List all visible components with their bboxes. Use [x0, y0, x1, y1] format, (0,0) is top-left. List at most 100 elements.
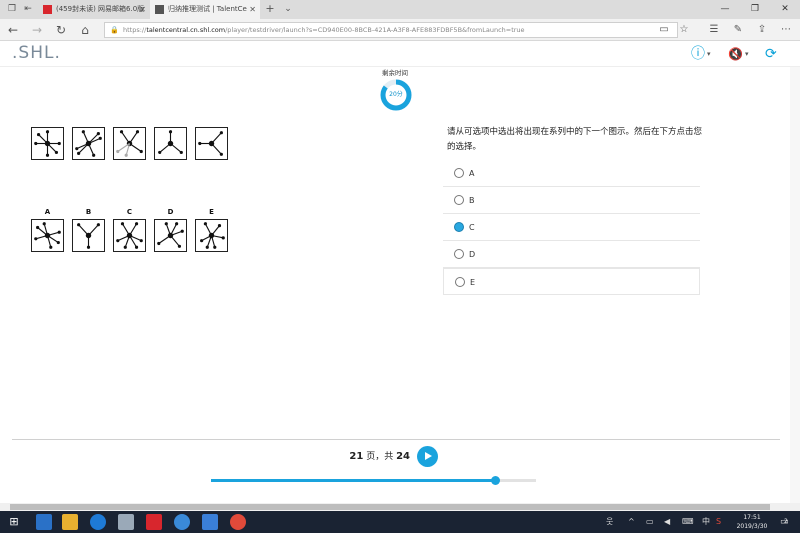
- people-icon[interactable]: 웃: [606, 511, 613, 533]
- keyboard-icon[interactable]: ⌨: [682, 511, 694, 533]
- forward-icon[interactable]: →: [29, 22, 45, 38]
- windows-taskbar: ⊞ 웃 ^ ▭ ◀ ⌨ 中 S 17:51 2019/3/30 ▭ 2: [0, 511, 800, 533]
- pen-icon[interactable]: ✎: [730, 22, 746, 38]
- answer-figure-label-b: B: [85, 208, 92, 216]
- close-icon[interactable]: ✕: [249, 0, 256, 19]
- progress-fill: [211, 479, 496, 482]
- app-header: .SHL. ⓘ ▾ 🔇 ▾ ⟳: [0, 41, 800, 67]
- more-icon[interactable]: ⋯: [778, 22, 794, 38]
- sogou-icon[interactable]: S: [716, 511, 721, 533]
- window-close-button[interactable]: ✕: [770, 0, 800, 19]
- sound-muted-icon[interactable]: 🔇: [728, 46, 743, 62]
- next-button[interactable]: [417, 446, 438, 467]
- shl-logo: .SHL.: [12, 43, 61, 63]
- favorite-star-icon[interactable]: ☆: [676, 22, 692, 38]
- radio-e[interactable]: [455, 277, 465, 287]
- page-current: 21: [349, 451, 364, 462]
- ime-indicator[interactable]: 中: [702, 511, 710, 533]
- tab-actions-icon[interactable]: ❐: [4, 1, 20, 17]
- answer-option-label: B: [469, 196, 475, 205]
- set-aside-tabs-icon[interactable]: ⇤: [20, 1, 36, 17]
- new-tab-button[interactable]: +: [262, 1, 278, 17]
- footer-divider: [12, 439, 780, 440]
- photos-icon[interactable]: [118, 514, 134, 530]
- tab-reasoning-test[interactable]: 归纳推理测试 | TalentCe ✕: [150, 0, 260, 19]
- answer-option-label: D: [469, 250, 476, 259]
- answer-option-b[interactable]: B: [443, 187, 700, 214]
- progress-knob: [491, 476, 501, 485]
- scrollbar-thumb[interactable]: [10, 504, 770, 510]
- minimize-button[interactable]: —: [710, 0, 740, 19]
- home-icon[interactable]: ⌂: [77, 22, 93, 38]
- exit-icon[interactable]: ⟳: [765, 46, 777, 62]
- reading-view-icon[interactable]: ▭: [656, 22, 672, 38]
- url-domain: talentcentral.cn.shl.com: [146, 26, 226, 34]
- timer-label: 剩余时间: [382, 69, 408, 77]
- battery-icon[interactable]: ▭: [646, 511, 654, 533]
- clock-date: 2019/3/30: [736, 523, 768, 530]
- lock-icon: 🔒: [110, 26, 119, 34]
- play-arrow-icon: [425, 452, 432, 460]
- series-figure-3: [113, 127, 146, 160]
- tab-email[interactable]: (459封未读) 网易邮箱6.0版 ✕: [38, 0, 150, 19]
- series-figure-4: [154, 127, 187, 160]
- netease-mail-icon: [43, 5, 52, 14]
- radio-c[interactable]: [454, 222, 464, 232]
- answer-figure-e: [195, 219, 228, 252]
- maximize-button[interactable]: ❐: [740, 0, 770, 19]
- help-chevron-down-icon[interactable]: ▾: [707, 46, 711, 62]
- volume-icon[interactable]: ◀: [664, 511, 670, 533]
- k-app-icon[interactable]: [90, 514, 106, 530]
- answer-figure-label-c: C: [126, 208, 133, 216]
- timer-value: 20分: [389, 91, 403, 98]
- address-bar[interactable]: 🔒 https://talentcentral.cn.shl.com/playe…: [104, 22, 678, 38]
- series-figure-5: [195, 127, 228, 160]
- question-instruction: 请从可选项中选出将出现在系列中的下一个图示。然后在下方点击您的选择。: [447, 127, 703, 152]
- radio-a[interactable]: [454, 168, 464, 178]
- page-indicator: 21 页，共 24: [320, 449, 410, 462]
- close-icon[interactable]: ✕: [139, 0, 146, 19]
- page-indicator-text: 页，共: [363, 452, 397, 462]
- answer-option-d[interactable]: D: [443, 241, 700, 268]
- chrome-icon[interactable]: [230, 514, 246, 530]
- answer-figure-c: [113, 219, 146, 252]
- tab-email-title: (459封未读) 网易邮箱6.0版: [56, 5, 145, 13]
- browser-app-icon[interactable]: [174, 514, 190, 530]
- browser-tab-bar: ❐ ⇤ (459封未读) 网易邮箱6.0版 ✕ 归纳推理测试 | TalentC…: [0, 0, 800, 19]
- edge-browser-icon[interactable]: [36, 514, 52, 530]
- refresh-icon[interactable]: ↻: [53, 22, 69, 38]
- email-app-icon[interactable]: [202, 514, 218, 530]
- clock-time: 17:51: [743, 514, 761, 521]
- answer-figure-a: [31, 219, 64, 252]
- radio-d[interactable]: [454, 249, 464, 259]
- page-total: 24: [396, 451, 410, 462]
- answer-figure-label-a: A: [44, 208, 51, 216]
- answer-option-e[interactable]: E: [443, 268, 700, 295]
- notification-count: 2: [784, 518, 788, 525]
- clock[interactable]: 17:51 2019/3/30: [730, 513, 774, 531]
- favorites-hub-icon[interactable]: ☰: [706, 22, 722, 38]
- tab-list-chevron-icon[interactable]: ⌄: [280, 1, 296, 17]
- netease-app-icon[interactable]: [146, 514, 162, 530]
- tab-reasoning-test-title: 归纳推理测试 | TalentCe: [168, 5, 247, 13]
- store-icon[interactable]: [62, 514, 78, 530]
- url-path: /player/testdriver/launch?s=CD940E00-8BC…: [225, 26, 525, 34]
- series-figure-2: [72, 127, 105, 160]
- answer-figure-d: [154, 219, 187, 252]
- browser-toolbar: ← → ↻ ⌂ 🔒 https://talentcentral.cn.shl.c…: [0, 19, 800, 41]
- tray-chevron-up-icon[interactable]: ^: [628, 511, 635, 533]
- radio-b[interactable]: [454, 195, 464, 205]
- answer-option-c[interactable]: C: [443, 214, 700, 241]
- back-icon[interactable]: ←: [5, 22, 21, 38]
- help-icon[interactable]: ⓘ: [691, 46, 705, 62]
- vertical-scrollbar[interactable]: [790, 67, 800, 503]
- share-icon[interactable]: ⇪: [754, 22, 770, 38]
- horizontal-scrollbar[interactable]: [0, 503, 800, 511]
- series-figure-1: [31, 127, 64, 160]
- windows-start-icon[interactable]: ⊞: [6, 514, 22, 530]
- progress-bar: [211, 476, 536, 485]
- answer-option-a[interactable]: A: [443, 160, 700, 187]
- url-scheme: https://: [123, 26, 147, 34]
- answer-option-label: C: [469, 223, 475, 232]
- sound-chevron-down-icon[interactable]: ▾: [745, 46, 749, 62]
